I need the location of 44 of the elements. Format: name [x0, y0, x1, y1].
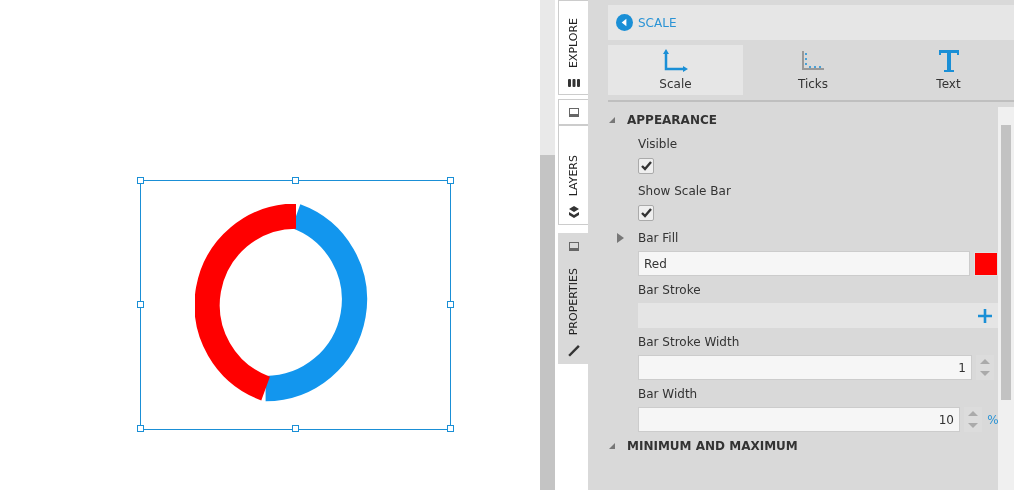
mode-tab[interactable]: Ticks — [743, 45, 883, 95]
section-title: MINIMUM AND MAXIMUM — [627, 439, 798, 453]
scrollbar-thumb[interactable] — [540, 155, 555, 490]
number-field[interactable]: 10 — [638, 407, 960, 432]
side-tab[interactable]: PROPERTIES — [558, 259, 588, 364]
mode-tab[interactable]: Scale — [608, 45, 743, 95]
property-label: Bar Stroke Width — [638, 335, 740, 349]
mode-tab[interactable]: Text — [883, 45, 1014, 95]
resize-handle[interactable] — [291, 425, 299, 432]
collapse-triangle-icon[interactable] — [609, 443, 615, 449]
resize-handle[interactable] — [137, 177, 144, 184]
checkbox[interactable] — [638, 205, 654, 221]
text-icon — [937, 49, 960, 73]
resize-handle[interactable] — [447, 301, 454, 308]
section-title: APPEARANCE — [627, 113, 717, 127]
side-tab[interactable]: LAYERS — [558, 125, 588, 225]
unit-label: % — [986, 412, 1000, 427]
property-label: Visible — [638, 137, 678, 151]
layers-icon — [568, 206, 579, 218]
resize-handle[interactable] — [137, 425, 144, 432]
resize-handle[interactable] — [447, 425, 454, 432]
property-label: Bar Width — [638, 387, 698, 401]
pen-icon — [567, 345, 580, 357]
axes-icon — [662, 49, 689, 73]
color-name-field[interactable]: Red — [638, 251, 970, 276]
side-tab[interactable]: EXPLORE — [558, 0, 588, 95]
resize-handle[interactable] — [137, 301, 144, 308]
panel-icon[interactable] — [558, 99, 588, 125]
color-swatch[interactable] — [974, 251, 998, 276]
number-field[interactable]: 1 — [638, 355, 972, 380]
resize-handle[interactable] — [447, 177, 454, 184]
ticks-icon — [800, 49, 826, 73]
add-icon[interactable] — [978, 308, 992, 323]
back-icon[interactable] — [616, 14, 633, 31]
scrollbar[interactable] — [998, 107, 1014, 490]
property-label: Bar Stroke — [638, 283, 701, 297]
property-label: Show Scale Bar — [638, 184, 731, 198]
property-label: Bar Fill — [638, 231, 679, 245]
checkbox[interactable] — [638, 158, 654, 174]
expand-arrow-icon[interactable] — [617, 233, 624, 243]
resize-handle[interactable] — [291, 177, 299, 184]
selection-frame[interactable] — [140, 180, 451, 430]
collapse-triangle-icon[interactable] — [609, 117, 615, 123]
stack-icon — [567, 78, 580, 88]
